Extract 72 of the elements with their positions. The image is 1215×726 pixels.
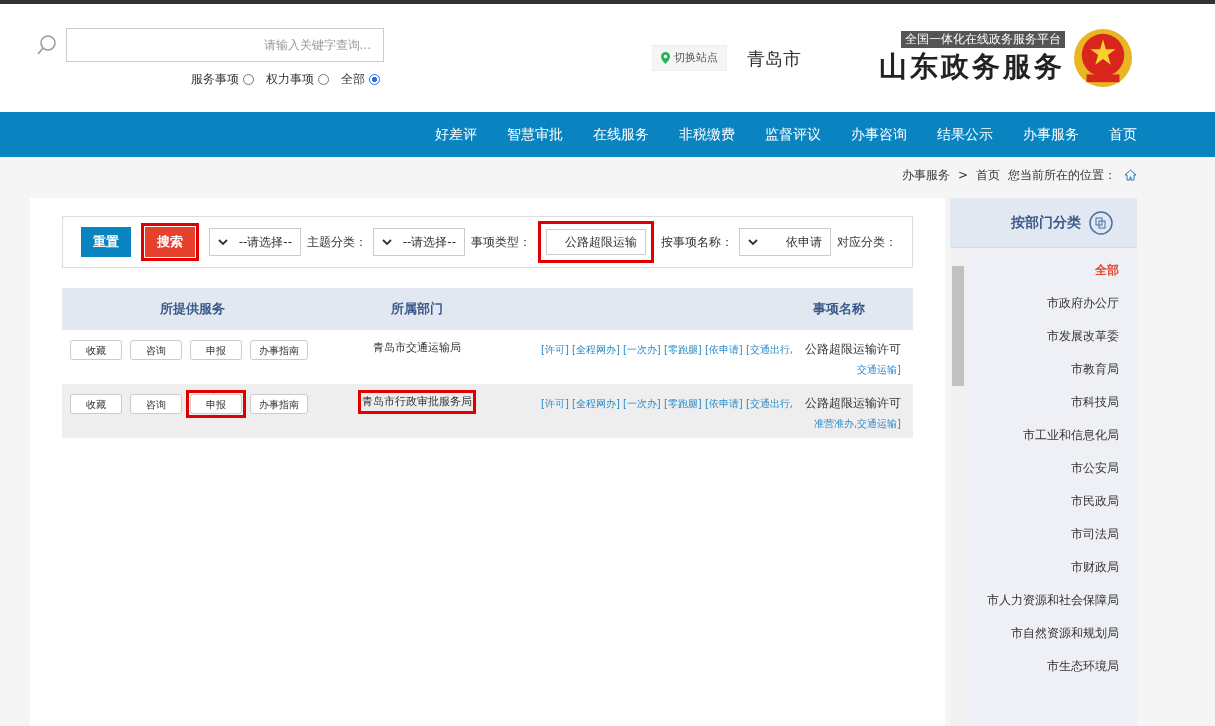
filter-label: 对应分类： [837,234,897,251]
search-field[interactable]: 请输入关键字查询... [66,28,384,62]
department-name: 青岛市行政审批服务局 [362,394,472,410]
chevron-down-icon [382,238,392,246]
nav-link[interactable]: 办事服务 [1023,124,1079,145]
category-icon [1089,210,1113,235]
column-header: 事项名称 [812,300,866,319]
service-button[interactable]: 申报 [190,340,242,360]
item-name-field[interactable]: 公路超限运输 [546,229,646,255]
nav-link[interactable]: 结果公示 [937,124,993,145]
item-name: 公路超限运输许可 [805,395,901,412]
department-item[interactable]: 市政府办公厅 [1047,287,1119,320]
service-button[interactable]: 咨询 [130,394,182,414]
chevron-down-icon [748,238,758,246]
item-name: 公路超限运输许可 [805,341,901,358]
breadcrumb-link[interactable]: 首页 [976,166,1000,184]
department-item[interactable]: 市民政局 [1071,485,1119,518]
nav-link[interactable]: 在线服务 [593,124,649,145]
filter-label: 按事项名称： [661,234,733,251]
department-item[interactable]: 市生态环境局 [1047,650,1119,683]
breadcrumb-link[interactable]: 办事服务 [901,166,950,184]
emblem-icon [1073,28,1133,88]
service-button[interactable]: 收藏 [70,394,122,414]
nav-link[interactable]: 首页 [1109,124,1137,145]
scope-radio[interactable]: 服务事项 [191,70,254,88]
service-button[interactable]: 收藏 [70,340,122,360]
switch-site-button[interactable]: 切换站点 [652,45,727,71]
department-item[interactable]: 市自然资源和规划局 [1011,617,1119,650]
filter-label: 事项类型： [471,234,531,251]
home-icon [1124,169,1137,181]
site-logo-title: 山东政务服务 [879,48,1065,85]
item-tags[interactable]: 交通运输] [857,362,901,377]
nav-link[interactable]: 好差评 [435,124,477,145]
department-item[interactable]: 市工业和信息化局 [1023,419,1119,452]
sidebar-title: 按部门分类 [1011,213,1081,232]
column-header: 所属部门 [390,300,444,319]
department-item[interactable]: 市公安局 [1071,452,1119,485]
nav-link[interactable]: 办事咨询 [851,124,907,145]
nav-link[interactable]: 监督评议 [765,124,821,145]
department-item[interactable]: 市教育局 [1071,353,1119,386]
chevron-down-icon [218,238,228,246]
city-name: 青岛市 [747,46,801,71]
department-item[interactable]: 市人力资源和社会保障局 [987,584,1119,617]
department-item[interactable]: 市财政局 [1071,551,1119,584]
table-row[interactable]: 收藏 咨询 申报 办事指南 青岛市行政审批服务局 [许可] [全程网办] [一次办] [零跑腿] [依申请] [交通出行, 公路超限运输许可 准营准办,交通运输] [62,384,913,438]
platform-subtitle: 全国一体化在线政务服务平台 [901,30,1065,48]
scrollbar[interactable] [950,248,965,726]
breadcrumb-separator: > [957,167,968,184]
item-tags[interactable]: [许可] [全程网办] [一次办] [零跑腿] [依申请] [交通出行, [541,341,793,357]
filter-label: 主题分类： [307,234,367,251]
nav-link[interactable]: 智慧审批 [507,124,563,145]
filter-select[interactable]: --请选择-- [373,228,465,256]
department-item[interactable]: 市司法局 [1071,518,1119,551]
department-item[interactable]: 全部 [1095,254,1119,287]
filter-select[interactable]: --请选择-- [209,228,301,256]
search-button[interactable]: 搜索 [145,227,195,257]
service-button[interactable]: 办事指南 [250,394,308,414]
service-button[interactable]: 申报 [190,394,242,414]
search-icon[interactable] [36,34,58,56]
column-header: 所提供服务 [158,300,226,319]
filter-select[interactable]: 依申请 [739,228,831,256]
breadcrumb-label: 您当前所在的位置： [1008,167,1116,184]
reset-button[interactable]: 重置 [81,227,131,257]
nav-link[interactable]: 非税缴费 [679,124,735,145]
department-item[interactable]: 市发展改革委 [1047,320,1119,353]
service-button[interactable]: 咨询 [130,340,182,360]
department-name: 青岛市交通运输局 [373,340,461,356]
department-item[interactable]: 市科技局 [1071,386,1119,419]
location-pin-icon [661,52,670,64]
scope-radio[interactable]: 全部 [341,70,380,88]
service-button[interactable]: 办事指南 [250,340,308,360]
scope-radio[interactable]: 权力事项 [266,70,329,88]
